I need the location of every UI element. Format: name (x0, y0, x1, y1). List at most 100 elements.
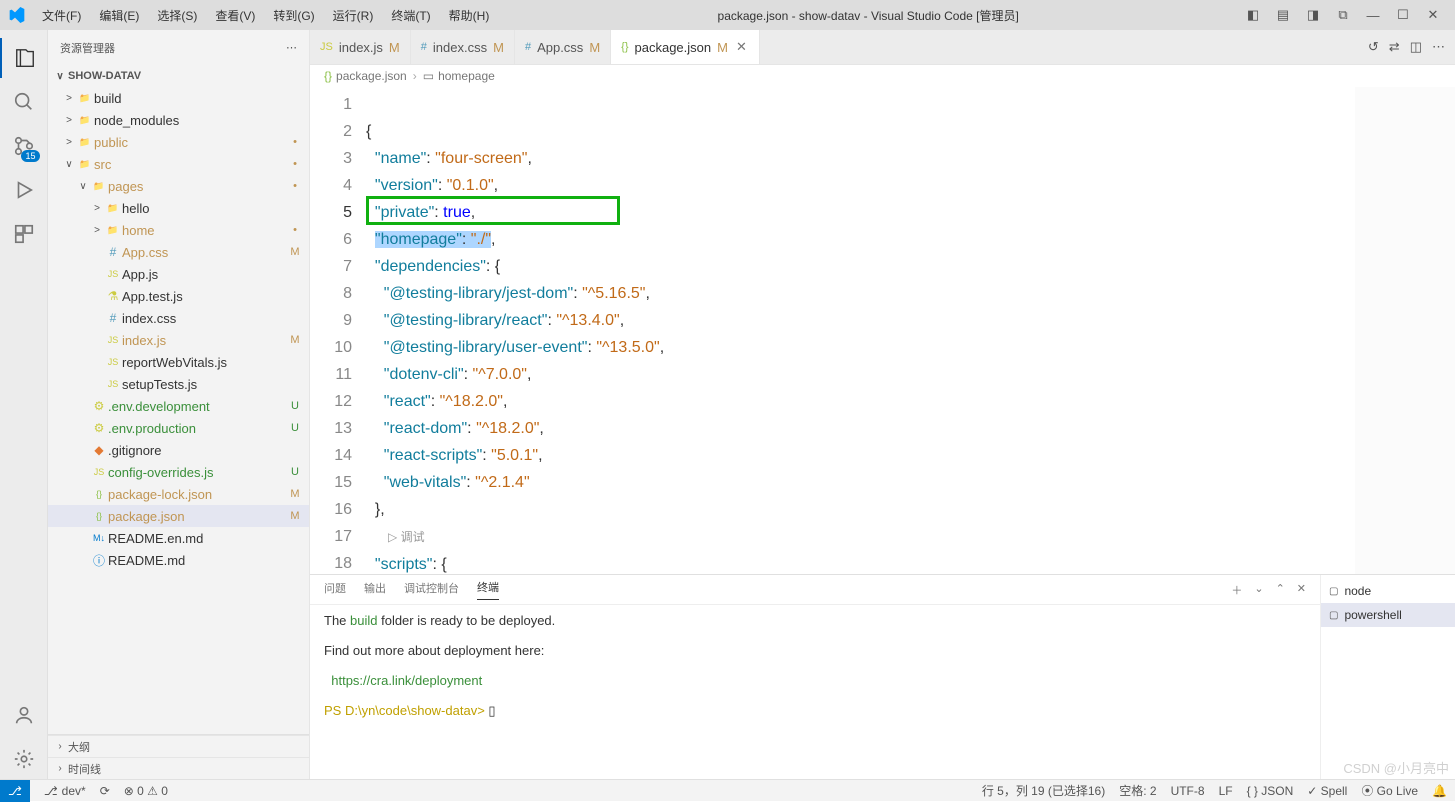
code-token: { (366, 123, 371, 140)
menu-terminal[interactable]: 终端(T) (383, 3, 438, 28)
tree-row[interactable]: ◆.gitignore (48, 439, 309, 461)
activity-search-icon[interactable] (0, 82, 48, 122)
tree-row[interactable]: ∨📁pages• (48, 175, 309, 197)
file-label: pages (108, 179, 287, 194)
status-notifications-icon[interactable]: 🔔 (1432, 784, 1447, 798)
term-link[interactable]: https://cra.link/deployment (331, 673, 482, 688)
status-branch[interactable]: ⎇dev* (44, 784, 86, 798)
panel-close-icon[interactable]: ✕ (1297, 582, 1306, 598)
panel-tab-debug-console[interactable]: 调试控制台 (404, 580, 459, 600)
tree-row[interactable]: ⚙.env.productionU (48, 417, 309, 439)
status-encoding[interactable]: UTF-8 (1171, 784, 1205, 798)
tree-row[interactable]: ⚗App.test.js (48, 285, 309, 307)
status-golive[interactable]: ⦿ Go Live (1361, 782, 1418, 799)
section-project[interactable]: ∨ SHOW-DATAV (48, 65, 309, 87)
tab-close-icon[interactable]: ✕ (734, 39, 749, 55)
file-label: reportWebVitals.js (122, 355, 287, 370)
window-close-icon[interactable]: ✕ (1419, 1, 1447, 29)
status-cursor-position[interactable]: 行 5，列 19 (已选择16) (982, 782, 1105, 799)
activity-extensions-icon[interactable] (0, 214, 48, 254)
terminal-new-icon[interactable]: ＋ (1231, 582, 1242, 598)
history-icon[interactable]: ↺ (1368, 39, 1379, 55)
tree-row[interactable]: >📁node_modules (48, 109, 309, 131)
tree-row[interactable]: JSApp.js (48, 263, 309, 285)
diff-icon[interactable]: ⇄ (1389, 39, 1400, 55)
tab-label: index.js (339, 40, 383, 55)
tree-row[interactable]: ⚙.env.developmentU (48, 395, 309, 417)
editor-tab[interactable]: {}package.jsonM✕ (611, 30, 760, 64)
breadcrumb-file[interactable]: {}package.json (324, 69, 407, 83)
tree-row[interactable]: M↓README.en.md (48, 527, 309, 549)
section-timeline[interactable]: ›时间线 (48, 757, 309, 779)
tree-row[interactable]: #index.css (48, 307, 309, 329)
tree-row[interactable]: JSsetupTests.js (48, 373, 309, 395)
layout-primary-toggle-icon[interactable]: ◧ (1239, 1, 1267, 29)
window-minimize-icon[interactable]: — (1359, 1, 1387, 29)
sidebar-more-icon[interactable]: ⋯ (286, 41, 297, 54)
more-actions-icon[interactable]: ⋯ (1432, 39, 1445, 55)
panel-tab-problems[interactable]: 问题 (324, 580, 346, 600)
editor-tab[interactable]: JSindex.jsM (310, 30, 411, 64)
editor-tab[interactable]: #App.cssM (515, 30, 611, 64)
activity-account-icon[interactable] (0, 695, 48, 735)
panel-tab-output[interactable]: 输出 (364, 580, 386, 600)
tree-row[interactable]: {}package.jsonM (48, 505, 309, 527)
terminal-output[interactable]: The build folder is ready to be deployed… (310, 605, 1320, 779)
status-sync-icon[interactable]: ⟳ (100, 784, 110, 798)
menu-view[interactable]: 查看(V) (207, 3, 263, 28)
tree-row[interactable]: JSconfig-overrides.jsU (48, 461, 309, 483)
activity-source-control-icon[interactable]: 15 (0, 126, 48, 166)
file-icon: 📁 (104, 203, 122, 214)
tree-row[interactable]: >📁build (48, 87, 309, 109)
codelens-debug[interactable]: ▷ 调试 (366, 530, 425, 544)
tree-row[interactable]: ⓘREADME.md (48, 549, 309, 571)
code-content[interactable]: { "name": "four-screen", "version": "0.1… (366, 87, 1455, 574)
tree-row[interactable]: JSindex.jsM (48, 329, 309, 351)
panel-tab-terminal[interactable]: 终端 (477, 579, 499, 600)
status-remote-icon[interactable]: ⎇ (0, 780, 30, 802)
git-status: • (287, 137, 303, 147)
code-token: "four-screen" (435, 150, 527, 167)
window-maximize-icon[interactable]: ☐ (1389, 1, 1417, 29)
editor-tab[interactable]: #index.cssM (411, 30, 515, 64)
layout-panel-toggle-icon[interactable]: ▤ (1269, 1, 1297, 29)
status-spell[interactable]: ✓ Spell (1307, 784, 1347, 798)
tree-row[interactable]: ∨📁src• (48, 153, 309, 175)
file-tree: >📁build>📁node_modules>📁public•∨📁src•∨📁pa… (48, 87, 309, 734)
breadcrumb-sep-icon: › (413, 69, 417, 83)
file-label: package-lock.json (108, 487, 287, 502)
git-status: U (287, 422, 303, 434)
status-language[interactable]: { } JSON (1247, 784, 1294, 798)
file-icon: 📁 (90, 181, 108, 192)
activity-debug-icon[interactable] (0, 170, 48, 210)
tree-row[interactable]: {}package-lock.jsonM (48, 483, 309, 505)
menu-run[interactable]: 运行(R) (325, 3, 382, 28)
tree-row[interactable]: >📁hello (48, 197, 309, 219)
status-problems[interactable]: ⊗ 0 ⚠ 0 (124, 784, 168, 798)
activity-settings-icon[interactable] (0, 739, 48, 779)
status-eol[interactable]: LF (1219, 784, 1233, 798)
terminal-dropdown-icon[interactable]: ⌄ (1254, 582, 1263, 598)
panel-maximize-icon[interactable]: ⌃ (1276, 582, 1285, 598)
section-outline[interactable]: ›大纲 (48, 735, 309, 757)
layout-secondary-toggle-icon[interactable]: ◨ (1299, 1, 1327, 29)
menu-edit[interactable]: 编辑(E) (91, 3, 147, 28)
tree-row[interactable]: #App.cssM (48, 241, 309, 263)
menu-selection[interactable]: 选择(S) (149, 3, 205, 28)
activity-explorer-icon[interactable] (0, 38, 48, 78)
tree-row[interactable]: >📁home• (48, 219, 309, 241)
split-editor-icon[interactable]: ◫ (1410, 39, 1422, 55)
code-editor[interactable]: 123456789101112131415161718 { "name": "f… (310, 87, 1455, 574)
file-label: App.js (122, 267, 287, 282)
menu-help[interactable]: 帮助(H) (441, 3, 498, 28)
menu-go[interactable]: 转到(G) (265, 3, 322, 28)
menu-file[interactable]: 文件(F) (34, 3, 89, 28)
terminal-item-node[interactable]: ▢node (1321, 579, 1455, 603)
tree-row[interactable]: >📁public• (48, 131, 309, 153)
tree-row[interactable]: JSreportWebVitals.js (48, 351, 309, 373)
status-indentation[interactable]: 空格: 2 (1119, 782, 1156, 799)
terminal-item-powershell[interactable]: ▢powershell (1321, 603, 1455, 627)
code-token: "react" (384, 393, 431, 410)
layout-customize-icon[interactable]: ⧉ (1329, 1, 1357, 29)
breadcrumb-symbol[interactable]: ▭homepage (423, 69, 495, 83)
